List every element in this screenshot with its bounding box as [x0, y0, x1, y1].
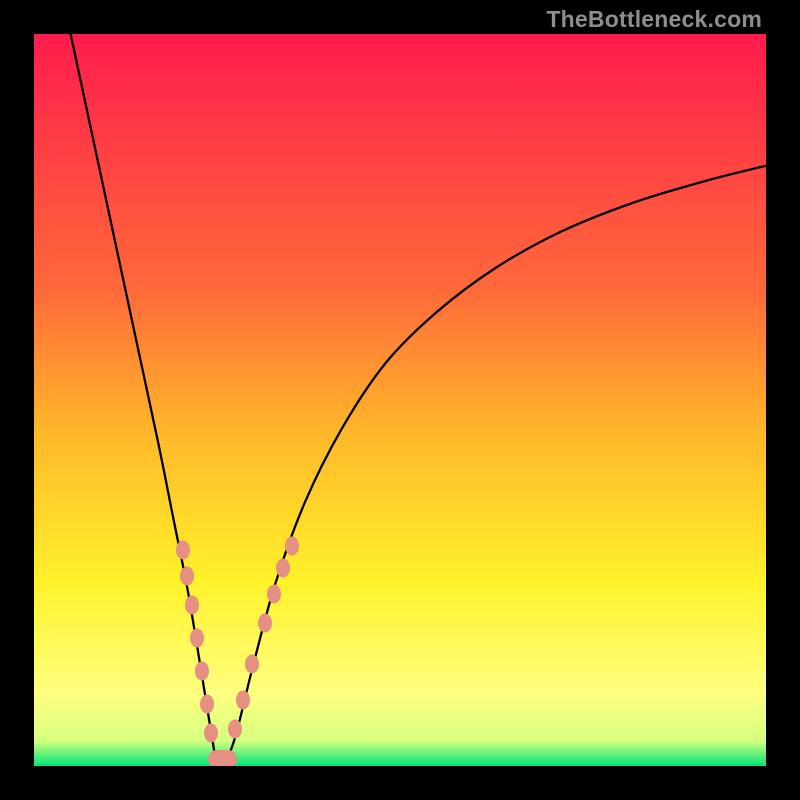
marker-dot: [195, 661, 209, 680]
plot-area: [34, 34, 766, 766]
marker-dot: [185, 595, 199, 614]
marker-dot: [276, 559, 290, 578]
marker-dot: [204, 724, 218, 743]
watermark-text: TheBottleneck.com: [546, 6, 762, 33]
figure-frame: TheBottleneck.com: [0, 0, 800, 800]
marker-dot: [200, 694, 214, 713]
marker-dot: [245, 654, 259, 673]
marker-dot: [176, 541, 190, 560]
marker-dot: [190, 628, 204, 647]
marker-dot: [228, 720, 242, 739]
marker-dot: [258, 614, 272, 633]
marker-dot: [180, 566, 194, 585]
marker-dot: [267, 584, 281, 603]
marker-dot: [236, 691, 250, 710]
marker-baseline-pill: [208, 750, 237, 766]
bottleneck-curve: [34, 34, 766, 766]
marker-dot: [285, 537, 299, 556]
